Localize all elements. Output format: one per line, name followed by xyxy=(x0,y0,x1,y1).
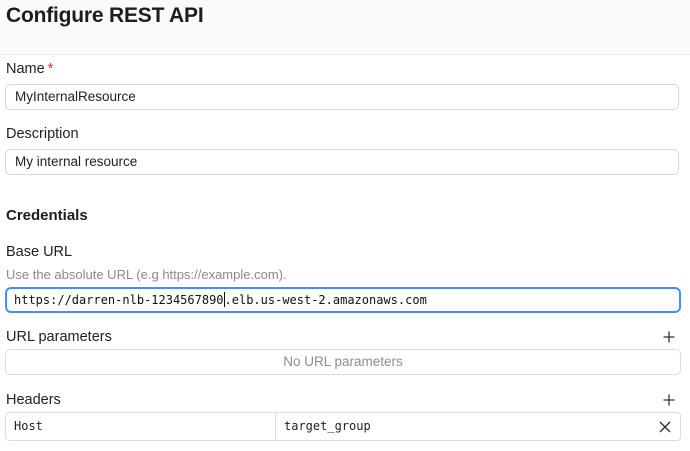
base-url-hint: Use the absolute URL (e.g https://exampl… xyxy=(6,267,287,282)
add-url-parameter-button[interactable] xyxy=(662,330,676,344)
description-label: Description xyxy=(6,126,79,142)
add-header-button[interactable] xyxy=(662,393,676,407)
header-value-input[interactable]: target_group xyxy=(276,413,650,440)
page-title: Configure REST API xyxy=(6,4,204,27)
base-url-label: Base URL xyxy=(6,244,73,260)
required-mark: * xyxy=(47,61,54,77)
description-input[interactable]: My internal resource xyxy=(5,149,679,175)
base-url-input[interactable]: https://darren-nlb-1234567890.elb.us-wes… xyxy=(5,287,681,313)
plus-icon xyxy=(663,394,675,406)
url-parameters-label: URL parameters xyxy=(6,329,112,345)
remove-header-button[interactable] xyxy=(650,413,680,440)
name-label-text: Name xyxy=(6,61,45,77)
base-url-value-start: https://darren-nlb-1234567890 xyxy=(14,293,224,307)
credentials-heading: Credentials xyxy=(6,207,88,224)
url-parameters-empty-state: No URL parameters xyxy=(5,349,681,375)
page-header: Configure REST API xyxy=(0,0,690,55)
header-key-input[interactable]: Host xyxy=(6,413,276,440)
headers-label: Headers xyxy=(6,392,61,408)
plus-icon xyxy=(663,331,675,343)
name-input[interactable]: MyInternalResource xyxy=(5,84,679,110)
name-label: Name * xyxy=(6,61,53,77)
close-icon xyxy=(659,421,671,432)
base-url-value-end: .elb.us-west-2.amazonaws.com xyxy=(224,293,427,307)
header-row: Host target_group xyxy=(5,412,681,441)
